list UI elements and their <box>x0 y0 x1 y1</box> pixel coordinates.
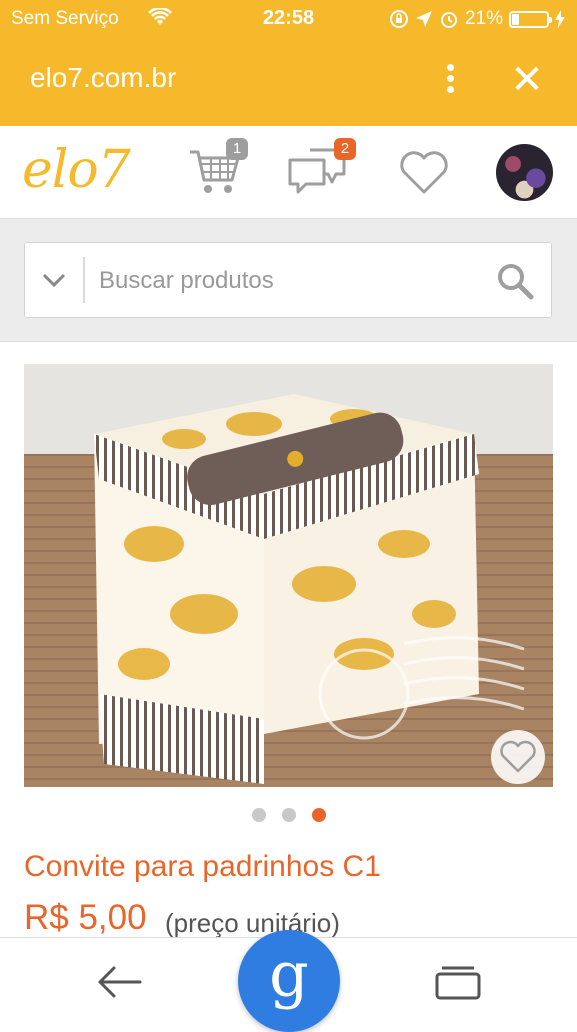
tabs-button[interactable] <box>434 964 482 1000</box>
url-text[interactable]: elo7.com.br <box>30 62 176 94</box>
heart-icon <box>400 151 448 194</box>
product-image[interactable] <box>24 364 553 787</box>
favorite-product-button[interactable] <box>491 730 545 784</box>
price-note: (preço unitário) <box>165 908 340 938</box>
charging-icon <box>555 10 565 28</box>
search-input[interactable] <box>97 259 481 303</box>
close-icon[interactable]: ✕ <box>505 60 549 104</box>
chevron-down-icon <box>42 273 66 288</box>
favorites-button[interactable] <box>398 150 450 201</box>
status-right: 21% <box>389 8 565 30</box>
search-divider <box>83 257 85 303</box>
carousel-dot[interactable] <box>251 808 266 822</box>
google-search-button[interactable]: g <box>238 930 340 1032</box>
location-icon <box>415 11 432 27</box>
carousel-dot-active[interactable] <box>311 808 326 822</box>
back-button[interactable] <box>94 962 144 1002</box>
browser-top-bar: Sem Serviço 22:58 21% elo7.com.br ✕ <box>0 0 577 126</box>
product-photo-art <box>24 364 553 787</box>
messages-count-badge: 2 <box>334 138 356 160</box>
search-box <box>24 242 552 318</box>
category-dropdown[interactable] <box>39 265 69 295</box>
cart-count-badge: 1 <box>226 138 248 160</box>
kebab-menu-icon[interactable] <box>438 62 462 98</box>
back-arrow-icon <box>98 966 142 998</box>
user-avatar[interactable] <box>496 144 553 201</box>
product-price: R$ 5,00 <box>24 898 147 937</box>
cart-button[interactable]: 1 <box>188 138 248 201</box>
product-title[interactable]: Convite para padrinhos C1 <box>24 850 381 884</box>
search-button[interactable] <box>495 261 535 301</box>
heart-outline-icon <box>500 740 536 773</box>
tabs-icon <box>435 966 481 1000</box>
battery-percent: 21% <box>464 8 503 29</box>
elo7-logo[interactable]: elo7 <box>22 140 131 200</box>
rotation-lock-icon <box>389 10 408 28</box>
image-carousel-dots <box>0 808 577 824</box>
messages-button[interactable]: 2 <box>288 138 356 201</box>
battery-icon <box>509 10 552 28</box>
url-bar: elo7.com.br ✕ <box>0 50 577 110</box>
search-icon <box>498 264 534 300</box>
google-g-icon: g <box>269 938 309 1011</box>
bottom-navigation: g <box>0 930 577 1032</box>
status-bar: Sem Serviço 22:58 21% <box>0 0 577 38</box>
carousel-dot[interactable] <box>281 808 296 822</box>
alarm-icon <box>440 12 457 28</box>
search-section <box>0 219 577 342</box>
site-header: elo7 1 2 <box>0 126 577 219</box>
